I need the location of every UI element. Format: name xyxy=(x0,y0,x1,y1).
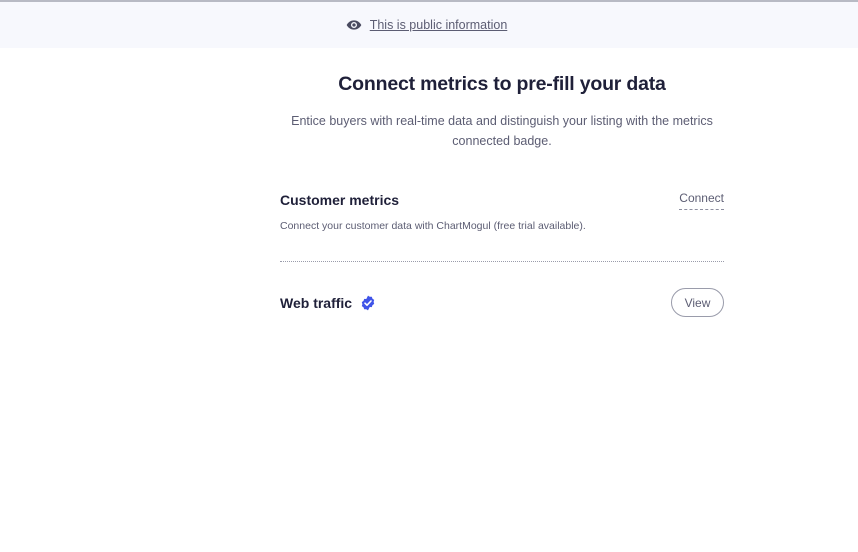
page-title: Connect metrics to pre-fill your data xyxy=(338,73,666,95)
customer-metrics-row: Customer metrics Connect your customer d… xyxy=(280,187,724,262)
public-info-link[interactable]: This is public information xyxy=(370,18,508,32)
web-traffic-row: Web traffic View xyxy=(280,262,724,332)
web-traffic-title: Web traffic xyxy=(280,295,353,311)
view-button[interactable]: View xyxy=(671,288,724,317)
connect-button[interactable]: Connect xyxy=(679,191,724,210)
eye-icon xyxy=(346,17,362,33)
check-badge-icon xyxy=(360,295,376,311)
public-info-bar: This is public information xyxy=(0,2,858,48)
web-traffic-title-wrap: Web traffic xyxy=(280,295,376,311)
customer-metrics-title: Customer metrics xyxy=(280,192,400,208)
customer-metrics-description: Connect your customer data with ChartMog… xyxy=(280,220,586,232)
page-subtitle: Entice buyers with real-time data and di… xyxy=(291,114,713,148)
connect-metrics-section: Connect metrics to pre-fill your data En… xyxy=(280,48,724,332)
